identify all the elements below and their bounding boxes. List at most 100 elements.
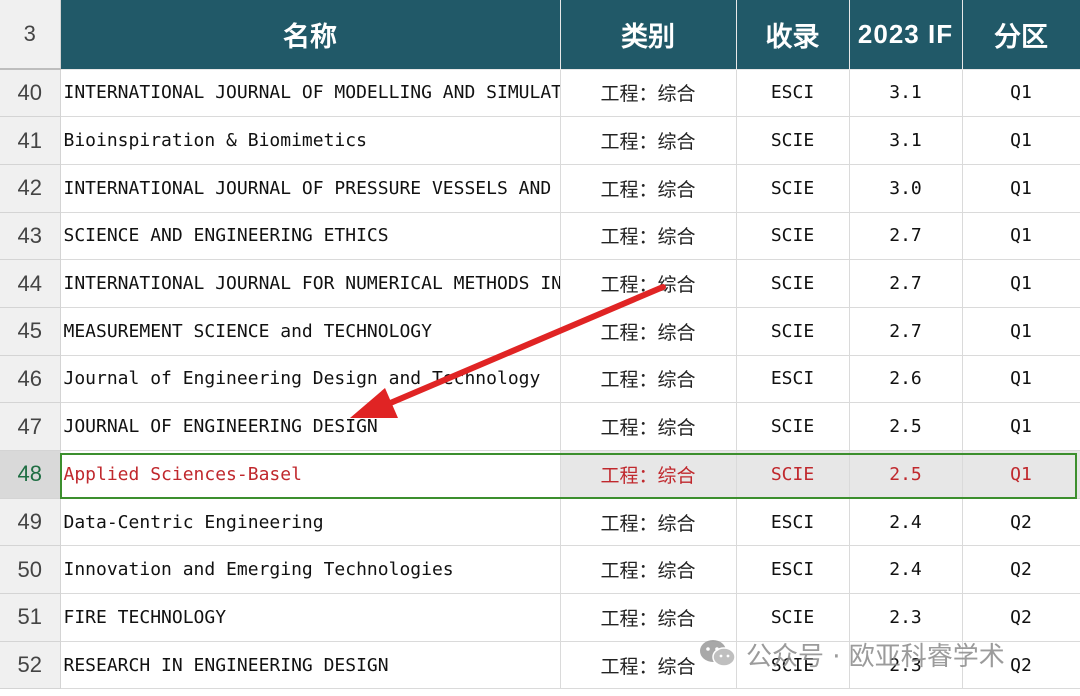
cell-zone[interactable]: Q2 — [962, 498, 1080, 547]
cell-category[interactable]: 工程：综合 — [560, 355, 737, 404]
row-number[interactable]: 43 — [0, 212, 61, 261]
table-row: 41 Bioinspiration & Biomimetics 工程：综合 SCIE 3… — [0, 116, 1080, 165]
cell-category[interactable]: 工程：综合 — [560, 641, 737, 690]
cell-index[interactable]: SCIE — [736, 116, 850, 165]
table-row: 44 INTERNATIONAL JOURNAL FOR NUMERICAL ME… — [0, 259, 1080, 308]
cell-journal-name[interactable]: Journal of Engineering Design and Techno… — [60, 355, 561, 404]
cell-zone[interactable]: Q1 — [962, 355, 1080, 404]
cell-journal-name[interactable]: Innovation and Emerging Technologies — [60, 545, 561, 595]
cell-impact-factor[interactable]: 2.5 — [849, 402, 963, 451]
cell-category[interactable]: 工程：综合 — [560, 402, 737, 451]
cell-impact-factor[interactable]: 2.4 — [849, 545, 963, 595]
table-row: 40 INTERNATIONAL JOURNAL OF MODELLING AND… — [0, 69, 1080, 118]
table-row: 46 Journal of Engineering Design and Tech… — [0, 355, 1080, 404]
row-number[interactable]: 51 — [0, 593, 61, 642]
cell-category[interactable]: 工程：综合 — [560, 116, 737, 165]
cell-zone[interactable]: Q1 — [962, 69, 1080, 118]
table-row: 42 INTERNATIONAL JOURNAL OF PRESSURE VESS… — [0, 164, 1080, 213]
cell-category[interactable]: 工程：综合 — [560, 69, 737, 118]
cell-zone[interactable]: Q1 — [962, 164, 1080, 213]
row-number[interactable]: 45 — [0, 307, 61, 356]
row-number-header[interactable]: 3 — [0, 0, 61, 70]
cell-journal-name[interactable]: MEASUREMENT SCIENCE and TECHNOLOGY — [60, 307, 561, 356]
cell-impact-factor[interactable]: 2.7 — [849, 212, 963, 261]
table-row: 51 FIRE TECHNOLOGY 工程：综合 SCIE 2.3 Q2 — [0, 593, 1080, 642]
table-row: 49 Data-Centric Engineering 工程：综合 ESCI 2.4 Q2 — [0, 498, 1080, 547]
cell-journal-name[interactable]: INTERNATIONAL JOURNAL OF MODELLING AND S… — [60, 69, 561, 118]
cell-impact-factor[interactable]: 3.0 — [849, 164, 963, 213]
cell-impact-factor[interactable]: 2.7 — [849, 307, 963, 356]
cell-zone[interactable]: Q1 — [962, 450, 1080, 499]
cell-index[interactable]: ESCI — [736, 355, 850, 404]
spreadsheet: 3 名称 类别 收录 2023 IF 分区 40 INTERNATIONAL JO… — [0, 0, 1080, 696]
cell-journal-name[interactable]: Data-Centric Engineering — [60, 498, 561, 547]
cell-impact-factor[interactable]: 2.3 — [849, 641, 963, 690]
cell-journal-name[interactable]: FIRE TECHNOLOGY — [60, 593, 561, 642]
cell-impact-factor[interactable]: 2.5 — [849, 450, 963, 499]
table-row: 45 MEASUREMENT SCIENCE and TECHNOLOGY 工程：综… — [0, 307, 1080, 356]
cell-journal-name[interactable]: INTERNATIONAL JOURNAL OF PRESSURE VESSEL… — [60, 164, 561, 213]
table-row: 50 Innovation and Emerging Technologies 工程… — [0, 545, 1080, 595]
cell-index[interactable]: SCIE — [736, 307, 850, 356]
header-row: 3 名称 类别 收录 2023 IF 分区 — [0, 0, 1080, 70]
row-number[interactable]: 49 — [0, 498, 61, 547]
cell-journal-name[interactable]: SCIENCE AND ENGINEERING ETHICS — [60, 212, 561, 261]
row-number[interactable]: 44 — [0, 259, 61, 308]
cell-category[interactable]: 工程：综合 — [560, 164, 737, 213]
cell-zone[interactable]: Q1 — [962, 212, 1080, 261]
column-header-name[interactable]: 名称 — [60, 0, 561, 70]
cell-journal-name[interactable]: INTERNATIONAL JOURNAL FOR NUMERICAL METH… — [60, 259, 561, 308]
cell-category[interactable]: 工程：综合 — [560, 307, 737, 356]
cell-index[interactable]: SCIE — [736, 641, 850, 690]
cell-zone[interactable]: Q1 — [962, 402, 1080, 451]
cell-index[interactable]: SCIE — [736, 259, 850, 308]
cell-index[interactable]: SCIE — [736, 450, 850, 499]
cell-journal-name[interactable]: Applied Sciences-Basel — [60, 450, 561, 499]
table-row: 43 SCIENCE AND ENGINEERING ETHICS 工程：综合 SCI… — [0, 212, 1080, 261]
row-number[interactable]: 48 — [0, 450, 61, 499]
journal-table: 3 名称 类别 收录 2023 IF 分区 40 INTERNATIONAL JO… — [0, 0, 1080, 690]
column-header-index[interactable]: 收录 — [736, 0, 850, 70]
row-number[interactable]: 47 — [0, 402, 61, 451]
row-number[interactable]: 40 — [0, 69, 61, 118]
cell-category[interactable]: 工程：综合 — [560, 212, 737, 261]
cell-impact-factor[interactable]: 2.7 — [849, 259, 963, 308]
column-header-category[interactable]: 类别 — [560, 0, 737, 70]
cell-category[interactable]: 工程：综合 — [560, 259, 737, 308]
cell-category[interactable]: 工程：综合 — [560, 450, 737, 499]
cell-index[interactable]: ESCI — [736, 545, 850, 595]
cell-category[interactable]: 工程：综合 — [560, 593, 737, 642]
cell-index[interactable]: SCIE — [736, 212, 850, 261]
cell-zone[interactable]: Q2 — [962, 593, 1080, 642]
cell-zone[interactable]: Q1 — [962, 259, 1080, 308]
cell-zone[interactable]: Q1 — [962, 307, 1080, 356]
table-row: 48 Applied Sciences-Basel 工程：综合 SCIE 2.5 Q1 — [0, 450, 1080, 499]
row-number[interactable]: 41 — [0, 116, 61, 165]
cell-index[interactable]: ESCI — [736, 498, 850, 547]
cell-impact-factor[interactable]: 2.4 — [849, 498, 963, 547]
column-header-zone[interactable]: 分区 — [962, 0, 1080, 70]
cell-journal-name[interactable]: Bioinspiration & Biomimetics — [60, 116, 561, 165]
column-header-impact-factor[interactable]: 2023 IF — [849, 0, 963, 70]
cell-zone[interactable]: Q2 — [962, 641, 1080, 690]
cell-journal-name[interactable]: RESEARCH IN ENGINEERING DESIGN — [60, 641, 561, 690]
cell-impact-factor[interactable]: 3.1 — [849, 69, 963, 118]
table-row: 47 JOURNAL OF ENGINEERING DESIGN 工程：综合 SCIE… — [0, 402, 1080, 451]
cell-impact-factor[interactable]: 3.1 — [849, 116, 963, 165]
cell-zone[interactable]: Q2 — [962, 545, 1080, 595]
cell-index[interactable]: SCIE — [736, 593, 850, 642]
cell-index[interactable]: ESCI — [736, 69, 850, 118]
cell-impact-factor[interactable]: 2.6 — [849, 355, 963, 404]
row-number[interactable]: 52 — [0, 641, 61, 690]
cell-impact-factor[interactable]: 2.3 — [849, 593, 963, 642]
cell-index[interactable]: SCIE — [736, 402, 850, 451]
row-number[interactable]: 50 — [0, 545, 61, 595]
cell-category[interactable]: 工程：综合 — [560, 545, 737, 595]
cell-index[interactable]: SCIE — [736, 164, 850, 213]
row-number[interactable]: 42 — [0, 164, 61, 213]
row-number[interactable]: 46 — [0, 355, 61, 404]
table-row: 52 RESEARCH IN ENGINEERING DESIGN 工程：综合 SCI… — [0, 641, 1080, 690]
cell-zone[interactable]: Q1 — [962, 116, 1080, 165]
cell-category[interactable]: 工程：综合 — [560, 498, 737, 547]
cell-journal-name[interactable]: JOURNAL OF ENGINEERING DESIGN — [60, 402, 561, 451]
